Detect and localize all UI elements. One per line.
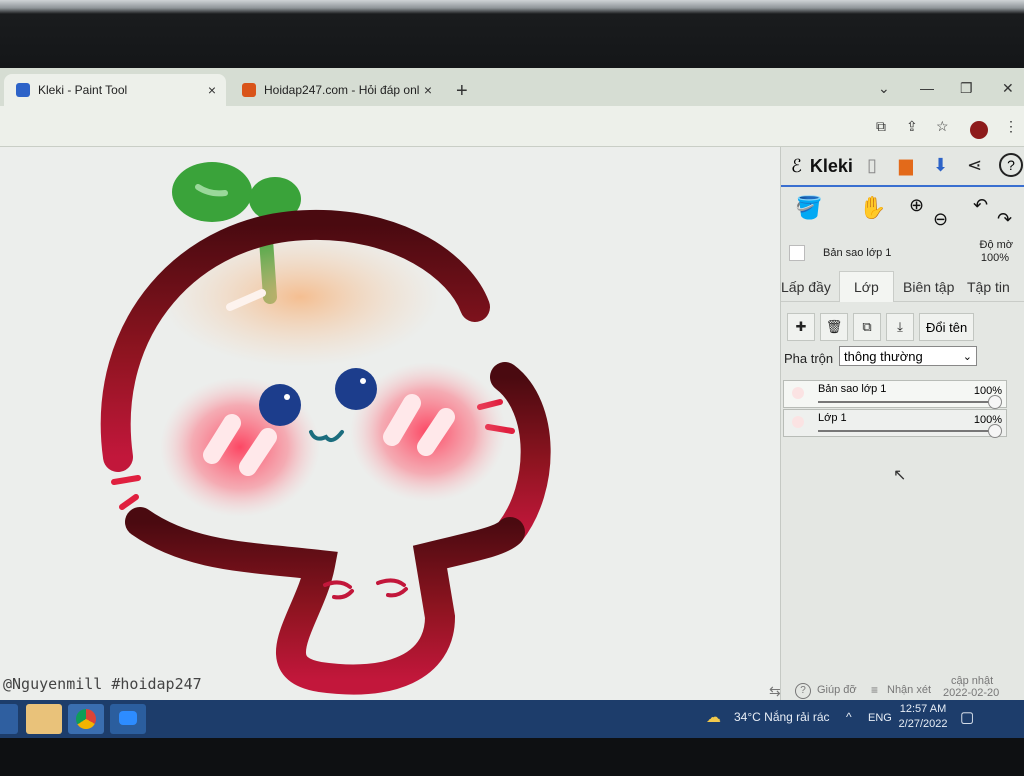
undo-icon[interactable]: ↶ [973, 195, 988, 216]
zoom-icon [119, 711, 137, 725]
layer-name: Bản sao lớp 1 [818, 383, 887, 395]
help-icon[interactable]: ? [999, 153, 1023, 177]
layer-thumbnail [789, 245, 805, 261]
save-icon[interactable]: ▆ [899, 155, 913, 176]
swap-icon[interactable]: ⇆ [769, 683, 781, 700]
new-tab-button[interactable]: + [456, 80, 468, 103]
new-image-icon[interactable]: ▯ [867, 155, 877, 176]
window-close-button[interactable]: ✕ [1002, 80, 1014, 97]
layer-name: Lớp 1 [818, 412, 847, 424]
close-icon[interactable]: × [420, 82, 436, 98]
weather-text[interactable]: 34°C Nắng rải rác [734, 710, 830, 724]
mouse-cursor-icon: ↖ [893, 467, 907, 484]
help-icon[interactable]: ? [795, 683, 811, 699]
tab-layers[interactable]: Lớp [839, 271, 894, 302]
kleki-panel: ℰ Kleki ▯ ▆ ⬇ ⋖ ? 🪣 ✋ ⊕ ⊖ ↶ ↷ Bản sao lớ… [769, 147, 1024, 707]
kleki-favicon-icon [16, 83, 30, 97]
minimize-button[interactable]: — [920, 80, 934, 96]
opacity-slider-handle[interactable] [988, 395, 1002, 409]
tray-chevron-up-icon[interactable]: ^ [846, 710, 852, 724]
monitor-bezel-bottom [0, 738, 1024, 776]
taskbar-app-zoom[interactable] [110, 704, 146, 734]
profile-avatar[interactable] [970, 121, 988, 139]
feedback-icon: ≡ [871, 683, 879, 697]
monitor-bezel-top [0, 0, 1024, 68]
opacity-value: 100% [980, 252, 1009, 264]
right-eye [335, 368, 377, 410]
opacity-slider-handle[interactable] [988, 424, 1002, 438]
share-icon[interactable]: ⇪ [906, 118, 918, 135]
duplicate-layer-button[interactable]: ⧉ [853, 313, 881, 341]
artwork [100, 162, 551, 695]
updated-label: cập nhật [951, 675, 994, 687]
browser-toolbar: ⧉ ⇪ ☆ ⋮ [0, 106, 1024, 147]
help-link[interactable]: Giúp đỡ [817, 684, 857, 696]
language-indicator[interactable]: ENG [868, 712, 892, 724]
blend-mode-select[interactable]: thông thường ⌄ [839, 346, 977, 366]
taskbar: ☁ 34°C Nắng rải rác ^ ENG 12:57 AM 2/27/… [0, 700, 1024, 738]
download-icon[interactable]: ⬇ [933, 155, 948, 176]
panel-header: ℰ Kleki ▯ ▆ ⬇ ⋖ ? [781, 147, 1024, 185]
current-layer-name: Bản sao lớp 1 [823, 247, 892, 259]
fill-bucket-icon[interactable]: 🪣 [795, 195, 822, 221]
tab-kleki[interactable]: Kleki - Paint Tool × [4, 74, 226, 106]
taskbar-app-folder[interactable] [26, 704, 62, 734]
tab-strip: Kleki - Paint Tool × Hoidap247.com - Hỏi… [0, 68, 1024, 106]
updated-date: 2022-02-20 [943, 687, 1000, 699]
taskbar-app-explorer[interactable] [0, 704, 18, 734]
current-layer-row[interactable]: Bản sao lớp 1 Độ mờ 100% [781, 239, 1024, 269]
share-icon[interactable]: ⋖ [967, 155, 982, 176]
blend-label: Pha trộn [784, 351, 834, 366]
blend-mode-value: thông thường [844, 348, 923, 364]
chevron-down-icon[interactable]: ⌄ [878, 80, 890, 97]
tab-fill[interactable]: Lấp đầy [781, 279, 831, 295]
kleki-logo-icon: ℰ [791, 155, 802, 176]
chevron-down-icon: ⌄ [962, 350, 972, 363]
redo-icon[interactable]: ↷ [997, 209, 1012, 230]
tab-hoidap[interactable]: Hoidap247.com - Hỏi đáp online × [230, 74, 442, 106]
drawing-canvas[interactable]: @Nguyenmill #hoidap247 [0, 147, 780, 707]
tab-title: Hoidap247.com - Hỏi đáp online [264, 83, 420, 97]
notification-icon[interactable]: ▢ [960, 708, 974, 726]
add-layer-button[interactable]: ✚ [787, 313, 815, 341]
translate-icon[interactable]: ⧉ [876, 118, 886, 135]
tab-edit[interactable]: Biên tập [903, 279, 954, 295]
clock[interactable]: 12:57 AM 2/27/2022 [890, 702, 956, 732]
zoom-out-icon[interactable]: ⊖ [933, 209, 948, 230]
brand-name: Kleki [809, 155, 853, 176]
panel-tabs: Lấp đầy Lớp Biên tập Tập tin [781, 271, 1024, 302]
weather-icon: ☁ [706, 709, 721, 726]
screen: Kleki - Paint Tool × Hoidap247.com - Hỏi… [0, 68, 1024, 738]
delete-layer-button[interactable]: 🗑 [820, 313, 848, 341]
tab-title: Kleki - Paint Tool [38, 83, 128, 97]
taskbar-app-chrome[interactable] [68, 704, 104, 734]
hoidap-favicon-icon [242, 83, 256, 97]
layer-thumbnail [792, 387, 804, 399]
opacity-slider[interactable] [818, 430, 992, 432]
hand-icon[interactable]: ✋ [859, 195, 886, 221]
close-icon[interactable]: × [204, 82, 220, 98]
star-icon[interactable]: ☆ [936, 118, 949, 135]
layer-thumbnail [792, 416, 804, 428]
layer-item[interactable]: Bản sao lớp 1 100% [783, 380, 1007, 409]
menu-icon[interactable]: ⋮ [1004, 118, 1018, 135]
clock-time: 12:57 AM [899, 703, 947, 715]
layer-item[interactable]: Lớp 1 100% [783, 409, 1007, 438]
left-eye [259, 384, 301, 426]
tool-row: 🪣 ✋ ⊕ ⊖ ↶ ↷ [781, 185, 1024, 239]
tab-file[interactable]: Tập tin [967, 279, 1010, 295]
feedback-link[interactable]: Nhận xét [887, 684, 931, 696]
opacity-slider[interactable] [818, 401, 992, 403]
zoom-in-icon[interactable]: ⊕ [909, 195, 924, 216]
layer-buttons: ✚ 🗑 ⧉ ⤓ Đổi tên [787, 313, 975, 341]
watermark-text: @Nguyenmill #hoidap247 [3, 675, 202, 693]
restore-button[interactable]: ❐ [960, 80, 973, 97]
merge-down-button[interactable]: ⤓ [886, 313, 914, 341]
body-right-outline [490, 362, 551, 547]
body-bottom-outline [125, 507, 525, 695]
rename-button[interactable]: Đổi tên [919, 313, 975, 341]
opacity-label: Độ mờ [979, 239, 1014, 251]
chrome-icon [76, 709, 96, 729]
clock-date: 2/27/2022 [898, 718, 948, 730]
